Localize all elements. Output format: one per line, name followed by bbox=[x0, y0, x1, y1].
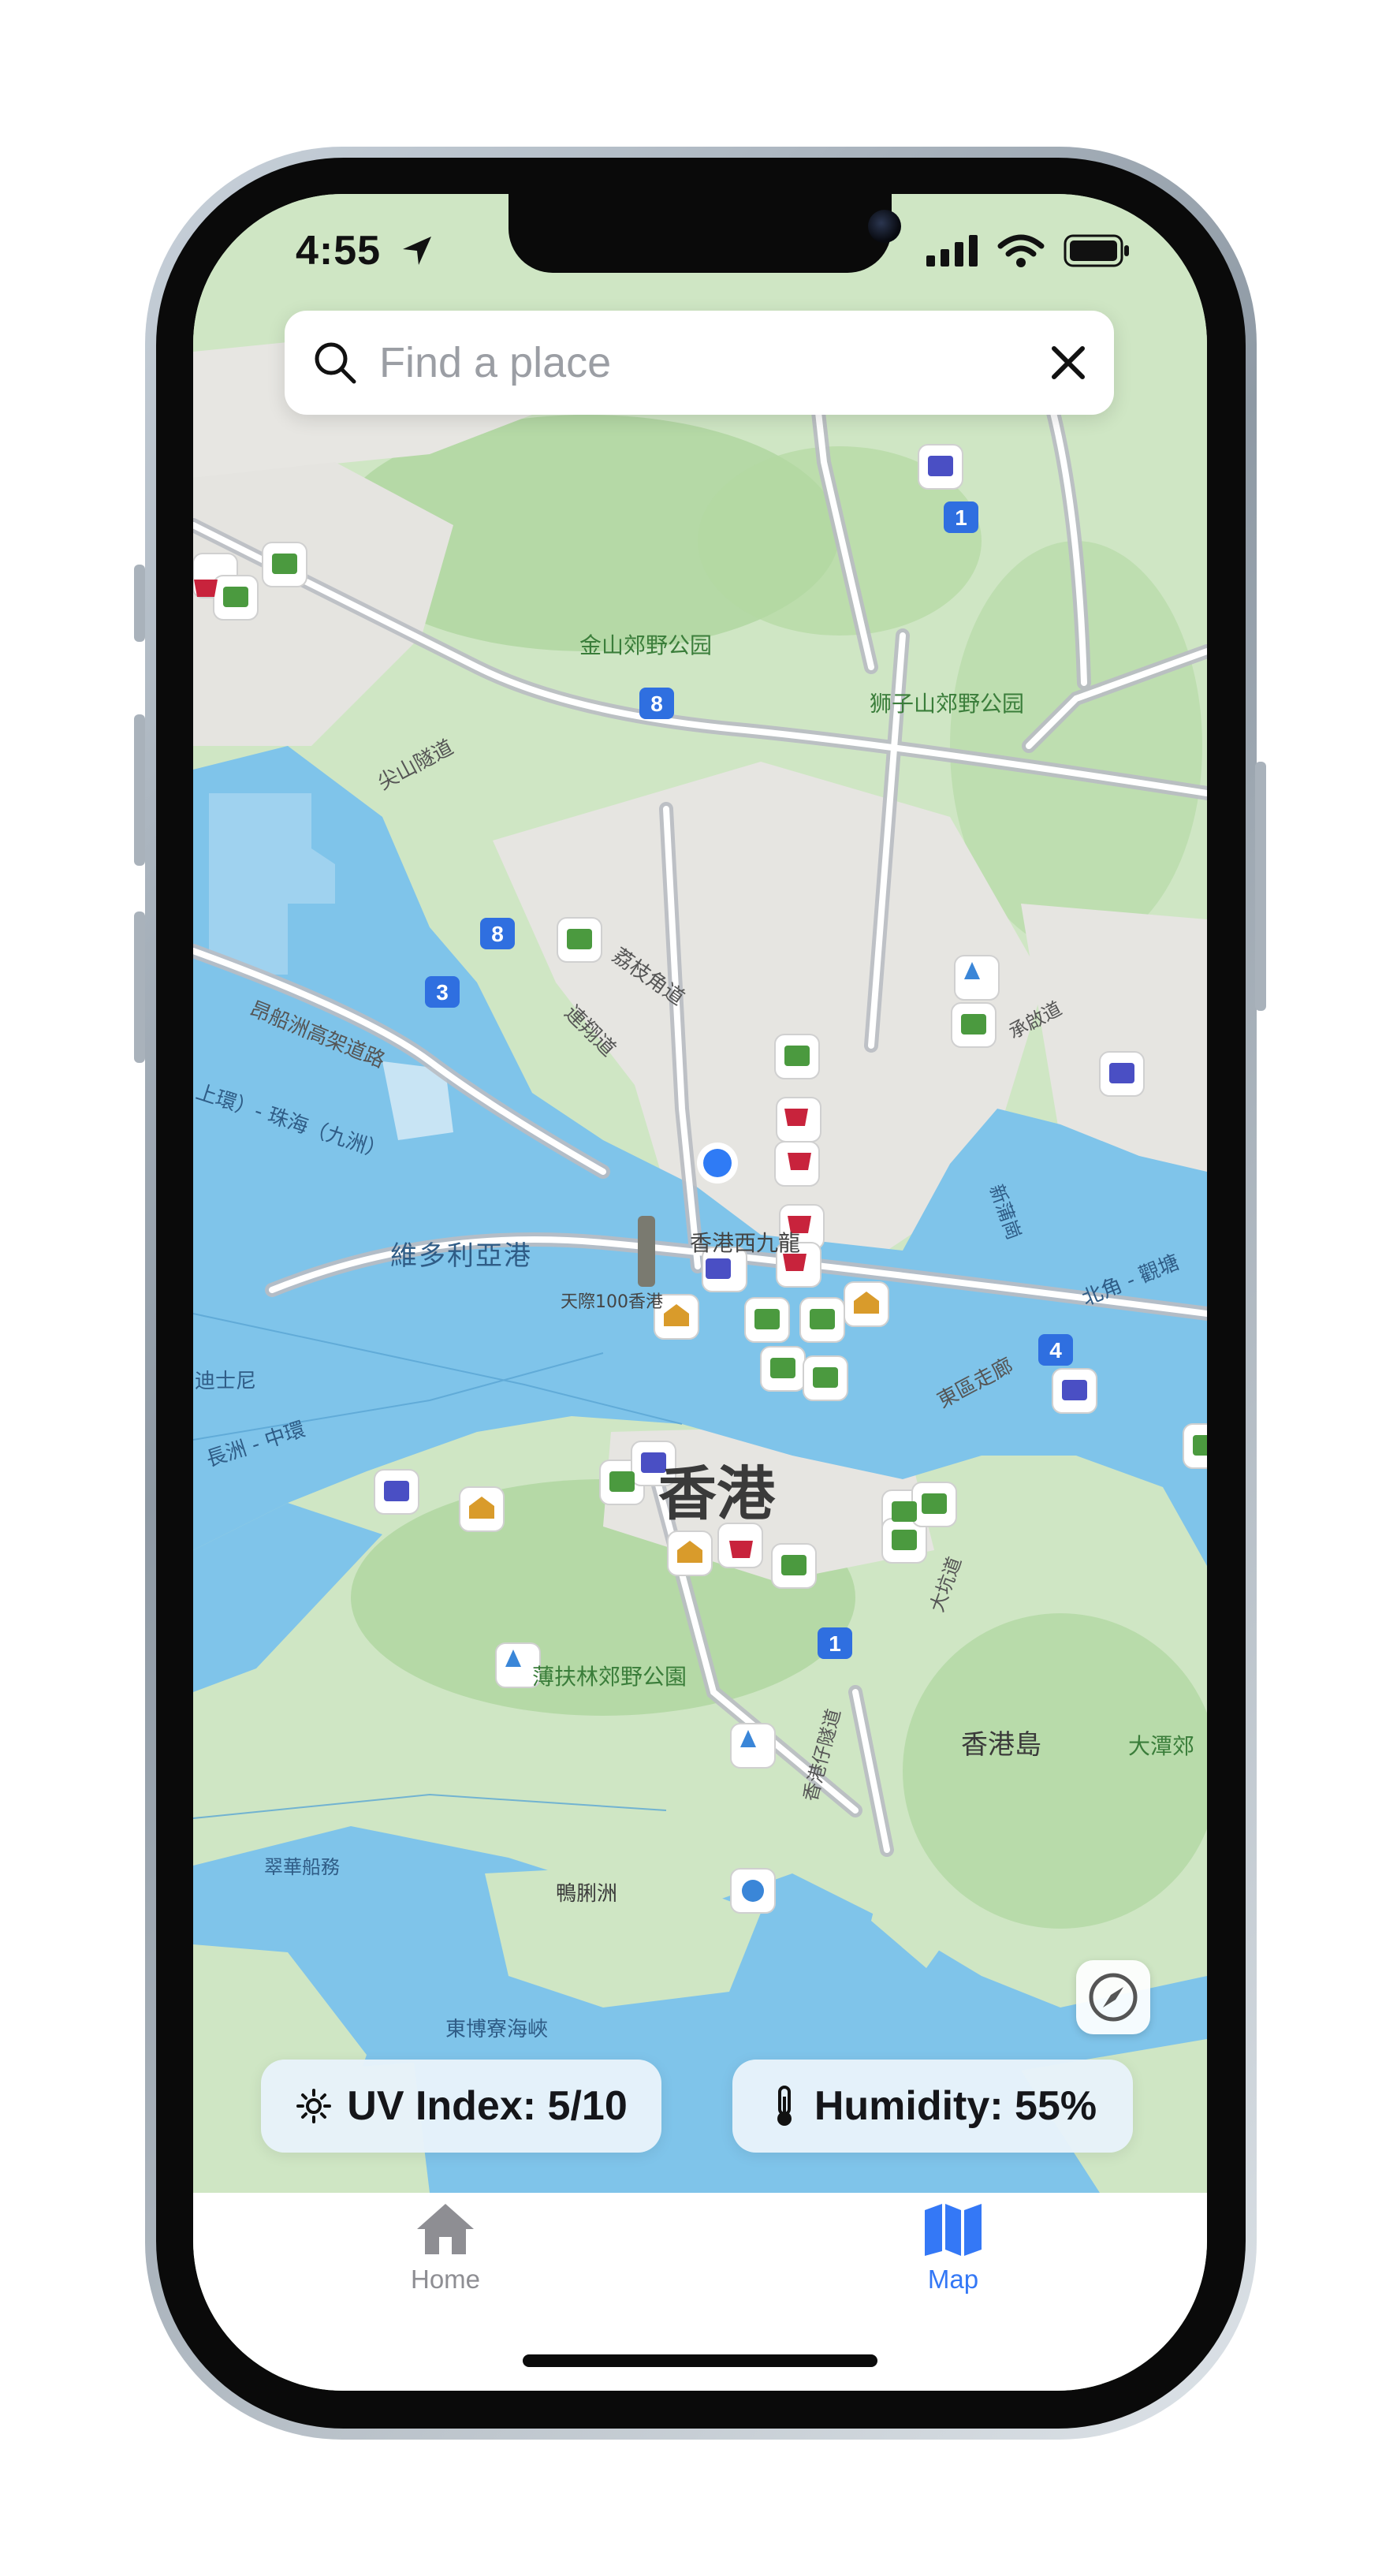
compass-button[interactable] bbox=[1076, 1960, 1150, 2034]
label-west-kowloon: 香港西九龍 bbox=[690, 1230, 800, 1256]
power-button bbox=[1255, 762, 1266, 1011]
uv-index-label: UV Index: 5/10 bbox=[347, 2083, 628, 2129]
humidity-chip[interactable]: Humidity: 55% bbox=[732, 2060, 1133, 2153]
tab-map-label: Map bbox=[927, 2265, 979, 2294]
tab-home-label: Home bbox=[410, 2265, 481, 2294]
label-pok-fu-lam-park: 薄扶林郊野公園 bbox=[532, 1664, 687, 1690]
label-lion-rock-park: 狮子山郊野公园 bbox=[870, 691, 1024, 717]
route-shield-3: 3 bbox=[436, 980, 449, 1005]
route-shield-1-south: 1 bbox=[829, 1631, 841, 1656]
home-indicator bbox=[523, 2354, 877, 2367]
tab-home[interactable]: Home bbox=[367, 2201, 524, 2295]
house-icon bbox=[417, 2204, 474, 2254]
location-arrow-icon bbox=[403, 237, 431, 265]
sun-icon bbox=[296, 2089, 332, 2123]
label-shipping: 翠華船務 bbox=[264, 1856, 340, 1878]
humidity-label: Humidity: 55% bbox=[814, 2083, 1097, 2129]
label-ap-lei-chau: 鴨脷洲 bbox=[556, 1882, 617, 1906]
route-shield-8-west: 8 bbox=[491, 922, 504, 946]
label-victoria-harbour: 維多利亞港 bbox=[390, 1240, 532, 1272]
front-camera bbox=[868, 210, 901, 243]
status-icons bbox=[926, 233, 1130, 268]
label-east-lamma-channel: 東博寮海峽 bbox=[445, 2018, 548, 2041]
mute-switch bbox=[134, 565, 145, 642]
route-shield-4: 4 bbox=[1049, 1338, 1062, 1363]
label-tai-tam: 大潭郊 bbox=[1128, 1733, 1194, 1759]
uv-index-chip[interactable]: UV Index: 5/10 bbox=[261, 2060, 661, 2153]
cellular-signal-icon bbox=[926, 235, 978, 267]
screen: 1 8 8 3 4 1 金山郊野公园 狮子山郊野公园 尖山隧道 荔枝角道 連翔道… bbox=[193, 194, 1207, 2391]
label-sky100: 天際100香港 bbox=[561, 1292, 663, 1312]
close-icon[interactable] bbox=[1043, 337, 1093, 388]
tab-map[interactable]: Map bbox=[874, 2201, 1032, 2295]
battery-icon bbox=[1064, 234, 1129, 267]
status-time: 4:55 bbox=[296, 228, 382, 274]
label-disney: 迪士尼 bbox=[195, 1370, 256, 1393]
search-icon bbox=[315, 342, 356, 384]
search-input[interactable]: Find a place bbox=[379, 338, 611, 387]
notch bbox=[509, 194, 901, 273]
label-hong-kong: 香港 bbox=[658, 1460, 776, 1528]
route-shield-1-north: 1 bbox=[955, 505, 967, 530]
wifi-icon bbox=[997, 234, 1045, 267]
compass-icon bbox=[1089, 1973, 1138, 2022]
map-icon bbox=[925, 2204, 982, 2256]
thermometer-icon bbox=[777, 2086, 792, 2126]
search-bar[interactable]: Find a place bbox=[285, 311, 1114, 415]
label-hk-island: 香港島 bbox=[961, 1729, 1041, 1761]
icc-tower bbox=[638, 1216, 655, 1287]
volume-down-button bbox=[134, 911, 145, 1063]
map-view[interactable]: 1 8 8 3 4 1 金山郊野公园 狮子山郊野公园 尖山隧道 荔枝角道 連翔道… bbox=[193, 194, 1207, 2193]
label-kam-shan-park: 金山郊野公园 bbox=[579, 632, 712, 658]
volume-up-button bbox=[134, 714, 145, 866]
route-shield-8-north: 8 bbox=[650, 692, 663, 716]
